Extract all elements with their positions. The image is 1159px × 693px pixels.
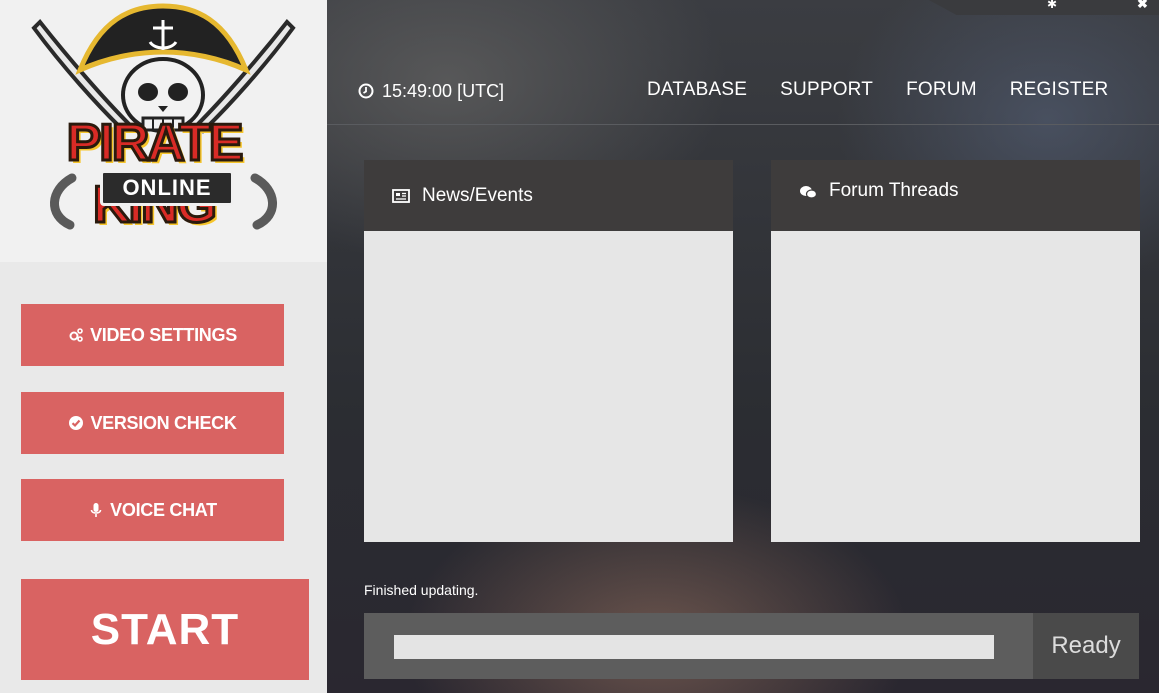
header-divider [327,124,1159,125]
chat-bubbles-icon [800,186,817,199]
progress-area: Ready [364,613,1139,679]
ready-status: Ready [1033,613,1139,679]
forum-panel-title: Forum Threads [829,180,959,201]
settings-gear-icon[interactable]: ✱ [1047,0,1061,11]
start-button[interactable]: START [21,579,309,680]
newspaper-icon [392,188,410,203]
logo: PIRATE KING ONLINE [0,0,327,262]
sidebar: PIRATE KING ONLINE VIDEO SETTINGS VERSIO… [0,0,327,693]
check-circle-icon [69,416,84,430]
clock-time: 15:49:00 [UTC] [382,80,505,101]
server-clock: 15:49:00 [UTC] [358,79,504,103]
nav-forum[interactable]: FORUM [906,79,977,103]
microphone-icon [90,503,102,517]
video-settings-button[interactable]: VIDEO SETTINGS [21,304,284,366]
forum-panel: Forum Threads [771,160,1140,542]
window-controls: ✱ ✖ [929,0,1159,15]
progress-bar [394,635,994,659]
voice-chat-label: VOICE CHAT [110,499,217,520]
status-message: Finished updating. [364,582,479,598]
voice-chat-button[interactable]: VOICE CHAT [21,479,284,541]
main-area: ✱ ✖ 15:49:00 [UTC] DATABASE SUPPORT FORU… [327,0,1159,693]
nav-support[interactable]: SUPPORT [780,79,873,103]
progress-fill [394,635,994,659]
news-panel-title: News/Events [422,184,533,206]
version-check-button[interactable]: VERSION CHECK [21,392,284,454]
nav-register[interactable]: REGISTER [1010,79,1109,103]
gears-icon [69,328,83,342]
version-check-label: VERSION CHECK [90,412,237,433]
news-panel-header: News/Events [364,160,733,231]
forum-panel-header: Forum Threads [771,160,1140,231]
news-panel: News/Events [364,160,733,542]
clock-icon [358,83,374,99]
video-settings-label: VIDEO SETTINGS [90,324,237,345]
logo-subtitle: ONLINE [100,170,234,206]
top-nav: DATABASE SUPPORT FORUM REGISTER [647,79,1141,103]
close-icon[interactable]: ✖ [1137,0,1149,11]
nav-database[interactable]: DATABASE [647,79,747,103]
logo-title: PIRATE KING [65,113,245,236]
